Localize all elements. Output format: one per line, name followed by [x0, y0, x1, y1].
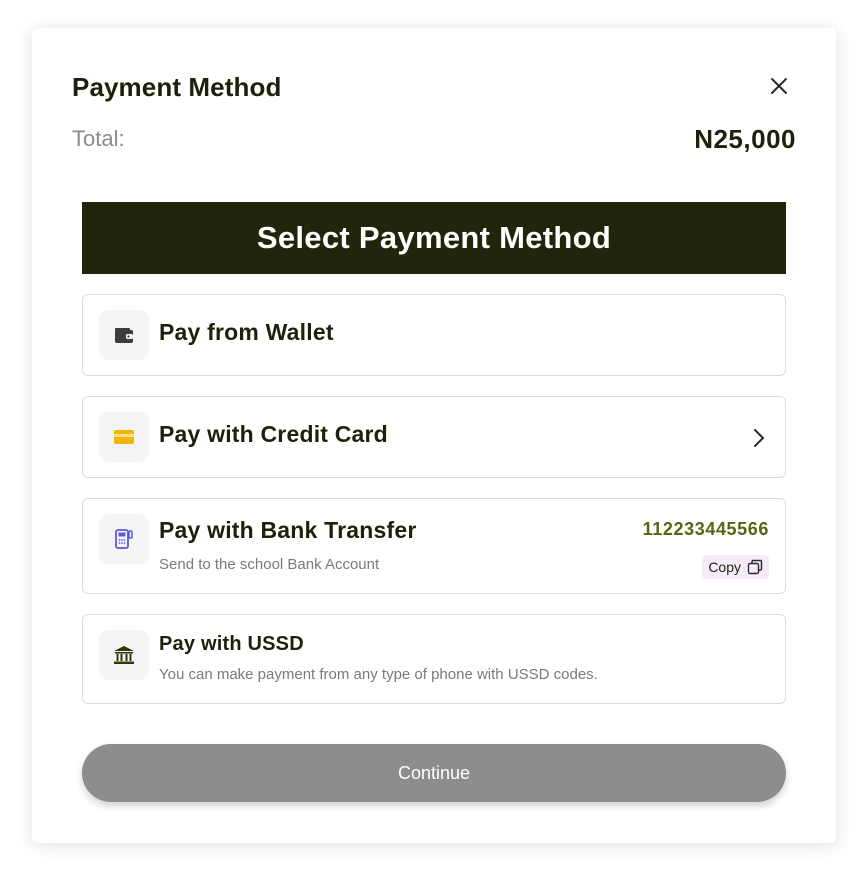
continue-button[interactable]: Continue	[82, 744, 786, 802]
option-pay-with-ussd[interactable]: Pay with USSD You can make payment from …	[82, 614, 786, 704]
option-subtitle: Send to the school Bank Account	[159, 556, 380, 573]
copy-label: Copy	[708, 559, 741, 575]
close-button[interactable]	[766, 73, 792, 99]
option-pay-with-bank-transfer[interactable]: Pay with Bank Transfer Send to the schoo…	[82, 498, 786, 594]
option-title: Pay with USSD	[159, 633, 304, 655]
select-payment-banner: Select Payment Method	[82, 202, 786, 274]
copy-icon	[747, 559, 763, 575]
total-amount: N25,000	[694, 124, 796, 154]
payment-method-modal: Payment Method Total: N25,000 Select Pay…	[32, 28, 836, 843]
option-title: Pay with Bank Transfer	[159, 517, 417, 543]
pos-terminal-icon	[99, 514, 149, 564]
chevron-right-icon	[754, 429, 764, 447]
total-label: Total:	[72, 126, 125, 151]
credit-card-icon	[99, 412, 149, 462]
bank-building-icon	[99, 630, 149, 680]
option-pay-from-wallet[interactable]: Pay from Wallet	[82, 294, 786, 376]
bank-account-number: 112233445566	[642, 519, 769, 539]
option-title: Pay from Wallet	[159, 319, 334, 345]
option-title: Pay with Credit Card	[159, 421, 388, 447]
wallet-icon	[99, 310, 149, 360]
modal-title: Payment Method	[72, 72, 282, 102]
option-pay-with-credit-card[interactable]: Pay with Credit Card	[82, 396, 786, 478]
option-subtitle: You can make payment from any type of ph…	[159, 666, 598, 683]
close-icon	[771, 78, 787, 94]
copy-account-button[interactable]: Copy	[702, 555, 769, 579]
